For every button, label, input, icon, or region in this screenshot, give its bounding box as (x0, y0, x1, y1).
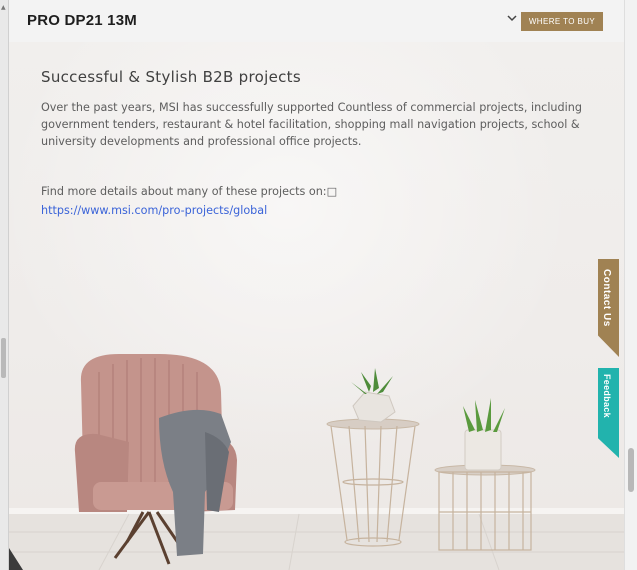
scroll-up-arrow-icon[interactable]: ▲ (1, 4, 6, 11)
right-scrollbar[interactable] (624, 0, 637, 570)
where-to-buy-button[interactable]: WHERE TO BUY (521, 12, 603, 31)
pro-projects-link[interactable]: https://www.msi.com/pro-projects/global (41, 204, 267, 217)
browser-window: ▲ PRO DP21 13M WHERE TO BUY Successful &… (0, 0, 637, 570)
section-body: Over the past years, MSI has successfull… (41, 101, 582, 148)
more-details-text: Find more details about many of these pr… (41, 185, 338, 198)
product-header-bar: PRO DP21 13M WHERE TO BUY (9, 0, 625, 43)
right-scrollbar-thumb[interactable] (628, 448, 634, 492)
side-table-tall-illustration (326, 368, 420, 547)
left-scrollbar-thumb[interactable] (1, 338, 6, 378)
chevron-down-icon[interactable] (505, 11, 519, 25)
left-scrollbar[interactable]: ▲ (0, 0, 9, 570)
product-name: PRO DP21 13M (27, 12, 137, 29)
section-heading: Successful & Stylish B2B projects (41, 68, 301, 86)
page-content: PRO DP21 13M WHERE TO BUY Successful & S… (9, 0, 625, 570)
feedback-label: Feedback (602, 374, 612, 418)
side-table-low-illustration (434, 398, 536, 551)
hero-section: Successful & Stylish B2B projects Over t… (9, 42, 625, 570)
contact-us-label: Contact Us (601, 269, 612, 327)
corner-triangle-decoration (9, 548, 23, 570)
